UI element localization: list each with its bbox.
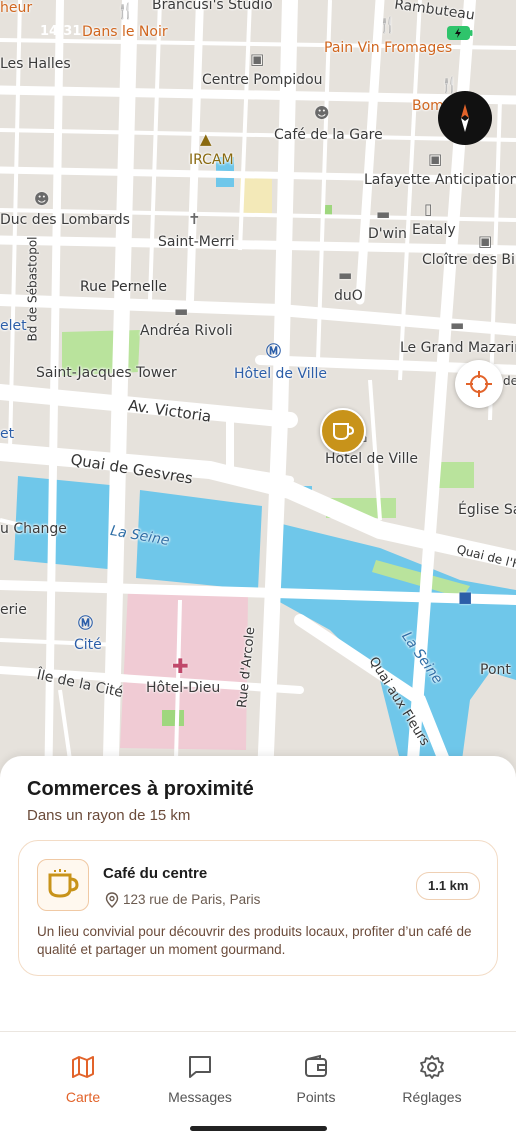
theater-icon: ☻ (34, 190, 50, 208)
poi-label: Eataly (412, 222, 456, 238)
shop-description: Un lieu convivial pour découvrir des pro… (37, 924, 472, 957)
shop-name: Café du centre (103, 865, 208, 882)
hotel-icon: ▬ (450, 316, 465, 334)
coffee-cup-icon (333, 423, 355, 441)
museum-icon: ▣ (428, 150, 443, 168)
poi-label: heur (0, 0, 33, 16)
shopping-icon: ▯ (424, 200, 433, 218)
poi-label: Saint-Jacques Tower (36, 365, 177, 381)
metro-icon: Ⓜ (266, 342, 282, 360)
shop-marker[interactable] (320, 408, 366, 454)
distance-badge: 1.1 km (416, 872, 481, 900)
poi-label: Lafayette Anticipations (364, 172, 516, 188)
gear-icon (420, 1055, 444, 1079)
church-icon: ✝ (188, 210, 201, 228)
poi-label: Hôtel-Dieu (146, 680, 221, 696)
metro-icon: Ⓜ (78, 614, 94, 632)
hospital-icon: ✚ (172, 654, 189, 678)
poi-label: et (0, 426, 15, 442)
museum-icon: ▣ (250, 50, 265, 68)
tab-carte[interactable]: Carte (33, 1054, 133, 1105)
wallet-icon (305, 1054, 327, 1077)
ferry-icon: ■ (458, 588, 473, 606)
poi-label: Café de la Gare (274, 127, 383, 143)
tab-label: Points (296, 1089, 336, 1105)
tab-messages[interactable]: Messages (150, 1054, 250, 1105)
poi-label: erie (0, 602, 27, 618)
restaurant-icon: 🍴 (116, 2, 135, 20)
poi-label: Duc des Lombards (0, 212, 130, 228)
poi-label: D'win (368, 226, 407, 242)
poi-label: Pain Vin Fromages (324, 40, 453, 56)
area-label: Les Halles (0, 56, 71, 72)
home-indicator (190, 1126, 327, 1131)
museum-icon: ▣ (478, 232, 493, 250)
school-icon: ▲ (200, 130, 212, 148)
sheet-subtitle: Dans un rayon de 15 km (27, 807, 191, 824)
street-label: Bd de Sébastopol (25, 236, 40, 342)
poi-label: Saint-Merri (158, 234, 235, 250)
hotel-icon: ▬ (174, 302, 189, 320)
poi-label: IRCAM (189, 152, 234, 168)
status-time: 14:31 (40, 24, 82, 39)
compass-icon (461, 104, 469, 132)
theater-icon: ☻ (314, 104, 330, 122)
poi-label: Le Grand Mazarin (400, 340, 516, 356)
nearby-sheet[interactable]: Commerces à proximité Dans un rayon de 1… (0, 756, 516, 1031)
locate-me-button[interactable] (455, 360, 503, 408)
map-icon (72, 1056, 94, 1078)
poi-label: Église Sa (458, 502, 516, 518)
poi-label: de (503, 374, 516, 388)
shop-address: 123 rue de Paris, Paris (123, 892, 261, 907)
poi-label: Andréa Rivoli (140, 323, 233, 339)
sheet-title: Commerces à proximité (27, 778, 254, 800)
poi-label: Cloître des Bill (422, 252, 516, 268)
hotel-icon: ▬ (376, 205, 391, 223)
poi-label: Centre Pompidou (202, 72, 323, 88)
location-pin-icon (105, 892, 119, 908)
hotel-icon: ▬ (338, 266, 353, 284)
poi-label: Dans le Noir (82, 24, 168, 40)
tab-label: Messages (168, 1089, 232, 1105)
poi-label: duO (334, 288, 363, 304)
coffee-cup-icon (37, 859, 89, 911)
tab-label: Carte (65, 1089, 101, 1105)
metro-label: Cité (74, 637, 102, 653)
poi-label: u Change (0, 521, 67, 537)
tab-reglages[interactable]: Réglages (382, 1054, 482, 1105)
crosshair-icon (466, 371, 492, 397)
poi-label: Pont (480, 662, 511, 678)
restaurant-icon: 🍴 (378, 16, 397, 34)
shop-card[interactable]: Café du centre 123 rue de Paris, Paris 1… (18, 840, 498, 976)
map-view[interactable]: 14:31 heur Dans le Noir Brancusi's Studi… (0, 0, 516, 800)
compass-button[interactable] (438, 91, 492, 145)
metro-label: Hôtel de Ville (234, 366, 328, 382)
tab-label: Réglages (402, 1089, 462, 1105)
poi-label: Brancusi's Studio (152, 0, 273, 13)
tab-points[interactable]: Points (266, 1054, 366, 1105)
chat-bubble-icon (189, 1056, 211, 1078)
street-label: Rue Pernelle (80, 279, 167, 295)
poi-label: elet (0, 318, 27, 334)
